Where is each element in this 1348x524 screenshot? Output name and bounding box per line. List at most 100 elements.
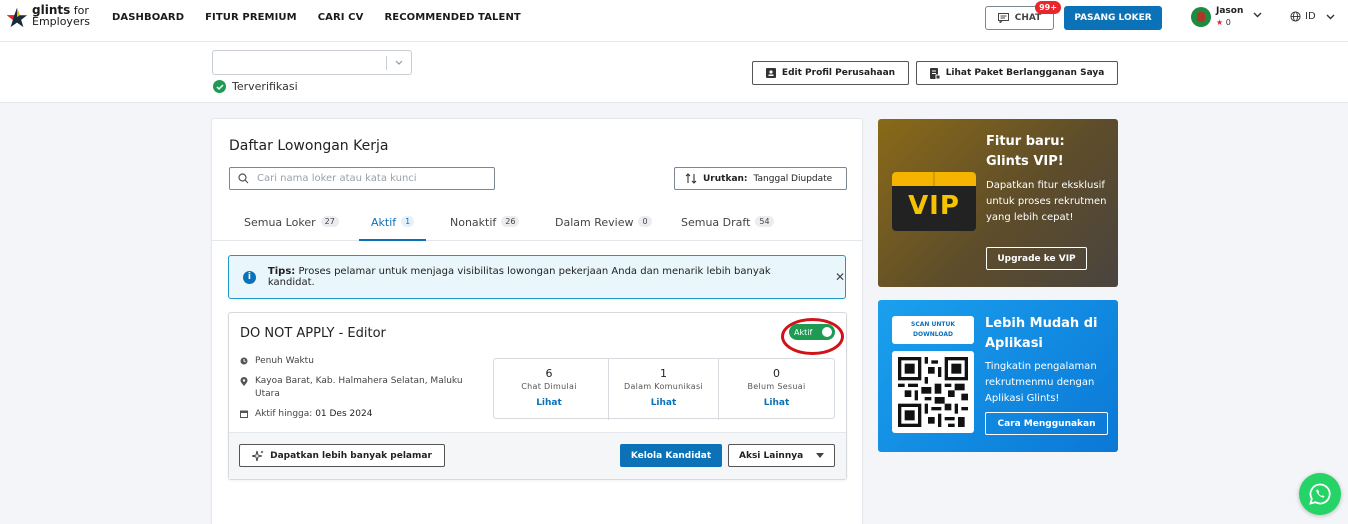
language-selector[interactable]: ID: [1290, 11, 1335, 22]
nav-link-fitur-premium[interactable]: FITUR PREMIUM: [205, 12, 297, 23]
search-input[interactable]: Cari nama loker atau kata kunci: [229, 167, 495, 190]
sort-value: Tanggal Diupdate: [753, 173, 833, 184]
tab-label: Dalam Review: [555, 216, 634, 229]
tab-nonaktif[interactable]: Nonaktif 26: [450, 209, 520, 241]
stat-link[interactable]: Lihat: [719, 398, 834, 408]
stat-belum-sesuai: 0 Belum Sesuai Lihat: [718, 359, 834, 420]
tab-semua-draft[interactable]: Semua Draft 54: [681, 209, 774, 241]
nav-link-dashboard[interactable]: DASHBOARD: [112, 12, 184, 23]
document-icon: [929, 67, 940, 79]
nav-links: DASHBOARD FITUR PREMIUM CARI CV RECOMMEN…: [112, 12, 521, 23]
job-location: Kayoa Barat, Kab. Halmahera Selatan, Mal…: [240, 375, 463, 401]
tips-label: Tips:: [267, 266, 296, 277]
how-to-use-button[interactable]: Cara Menggunakan: [985, 412, 1108, 435]
chat-label: CHAT: [1014, 13, 1042, 23]
verified-status: Terverifikasi: [213, 80, 298, 93]
company-select[interactable]: [212, 50, 412, 75]
select-divider: [386, 56, 387, 70]
check-icon: [213, 80, 226, 93]
job-title[interactable]: DO NOT APPLY - Editor: [240, 326, 386, 341]
stat-link[interactable]: Lihat: [609, 398, 718, 408]
sort-button[interactable]: Urutkan: Tanggal Diupdate: [674, 167, 847, 190]
job-list-panel: Daftar Lowongan Kerja Cari nama loker at…: [211, 118, 863, 524]
upgrade-vip-button[interactable]: Upgrade ke VIP: [986, 247, 1087, 270]
tab-count: 1: [401, 216, 415, 227]
user-info: Jason ★ 0: [1216, 6, 1243, 28]
sort-label: Urutkan:: [703, 173, 748, 184]
calendar-icon: [240, 410, 248, 418]
more-actions-dropdown[interactable]: Aksi Lainnya: [728, 444, 835, 467]
manage-candidates-button[interactable]: Kelola Kandidat: [620, 444, 722, 467]
app-download-card: SCAN UNTUK DOWNLOAD Lebih Mudah di Aplik…: [878, 300, 1118, 452]
qr-code-icon: [898, 357, 968, 427]
user-menu[interactable]: Jason ★ 0: [1191, 6, 1262, 28]
job-type: Penuh Waktu: [240, 355, 314, 368]
nav-link-cari-cv[interactable]: CARI CV: [318, 12, 364, 23]
search-icon: [238, 173, 249, 184]
tab-label: Semua Loker: [244, 216, 316, 229]
app-description: Tingkatin pengalaman rekrutmenmu dengan …: [985, 361, 1097, 404]
star-icon: ★: [1216, 18, 1224, 27]
stat-chat-dimulai: 6 Chat Dimulai Lihat: [494, 359, 604, 420]
whatsapp-button[interactable]: [1299, 473, 1341, 515]
stat-label: Belum Sesuai: [747, 382, 806, 391]
page-title: Daftar Lowongan Kerja: [229, 138, 389, 154]
stat-link[interactable]: Lihat: [494, 398, 604, 408]
tips-text: Proses pelamar untuk menjaga visibilitas…: [267, 266, 771, 288]
job-type-value: Penuh Waktu: [255, 356, 314, 366]
job-tabs: Semua Loker 27 Aktif 1 Nonaktif 26 Dalam…: [212, 209, 862, 241]
close-icon[interactable]: ✕: [835, 270, 845, 284]
stat-value: 1: [660, 367, 667, 380]
active-until-value: 01 Des 2024: [315, 409, 373, 419]
vip-description: Dapatkan fitur eksklusif untuk proses re…: [986, 180, 1107, 223]
pasang-loker-button[interactable]: PASANG LOKER: [1064, 6, 1162, 30]
app-title: Lebih Mudah di Aplikasi: [985, 316, 1098, 351]
tab-label: Semua Draft: [681, 216, 751, 229]
active-until-label: Aktif hingga:: [255, 409, 313, 419]
search-placeholder: Cari nama loker atau kata kunci: [257, 173, 417, 184]
vip-badge-icon: VIP: [892, 172, 976, 231]
chevron-down-icon: [1253, 12, 1262, 18]
stat-value: 0: [773, 367, 780, 380]
tab-label: Nonaktif: [450, 216, 497, 229]
tab-dalam-review[interactable]: Dalam Review 0: [555, 209, 652, 241]
info-icon: i: [243, 270, 256, 284]
vip-promo-card: VIP Fitur baru: Glints VIP! Dapatkan fit…: [878, 119, 1118, 287]
tab-count: 27: [320, 216, 339, 227]
whatsapp-icon: [1309, 483, 1331, 505]
tips-content: Tips: Proses pelamar untuk menjaga visib…: [268, 266, 817, 288]
chat-badge: 99+: [1035, 1, 1061, 14]
tips-banner: i Tips: Proses pelamar untuk menjaga vis…: [228, 255, 846, 299]
get-more-applicants-button[interactable]: Dapatkan lebih banyak pelamar: [239, 444, 445, 467]
chevron-down-icon: [1326, 14, 1335, 19]
vip-title: Fitur baru: Glints VIP!: [986, 134, 1065, 169]
status-toggle[interactable]: Aktif: [789, 324, 835, 340]
tab-semua-loker[interactable]: Semua Loker 27: [244, 209, 339, 241]
tab-aktif[interactable]: Aktif 1: [359, 209, 427, 241]
qr-box: SCAN UNTUK DOWNLOAD: [892, 316, 974, 433]
toggle-knob: [822, 327, 832, 337]
active-until: Aktif hingga: 01 Des 2024: [240, 408, 372, 421]
edit-profile-button[interactable]: Edit Profil Perusahaan: [752, 61, 909, 85]
nav-link-recommended-talent[interactable]: RECOMMENDED TALENT: [384, 12, 520, 23]
subscription-button[interactable]: Lihat Paket Berlangganan Saya: [916, 61, 1118, 85]
glints-star-icon: [6, 7, 28, 28]
user-points: 0: [1225, 18, 1231, 27]
profile-card-icon: [765, 68, 776, 78]
sort-icon: [685, 173, 697, 184]
verified-label: Terverifikasi: [232, 80, 298, 93]
location-line2: Utara: [255, 389, 280, 399]
top-navbar: glints for Employers DASHBOARD FITUR PRE…: [0, 0, 1348, 42]
sparkle-icon: [252, 450, 264, 461]
qr-code: [892, 351, 974, 433]
glints-logo[interactable]: glints for Employers: [6, 3, 90, 29]
caret-down-icon: [816, 453, 824, 458]
job-card: DO NOT APPLY - Editor Aktif Penuh Waktu …: [228, 312, 847, 480]
more-actions-label: Aksi Lainnya: [739, 450, 804, 461]
status-label: Aktif: [794, 327, 813, 337]
chevron-down-icon: [395, 60, 403, 65]
tab-label: Aktif: [371, 216, 397, 229]
logo-text: glints for Employers: [32, 3, 90, 28]
vip-badge-top: [892, 172, 976, 186]
get-more-applicants-label: Dapatkan lebih banyak pelamar: [270, 450, 432, 461]
